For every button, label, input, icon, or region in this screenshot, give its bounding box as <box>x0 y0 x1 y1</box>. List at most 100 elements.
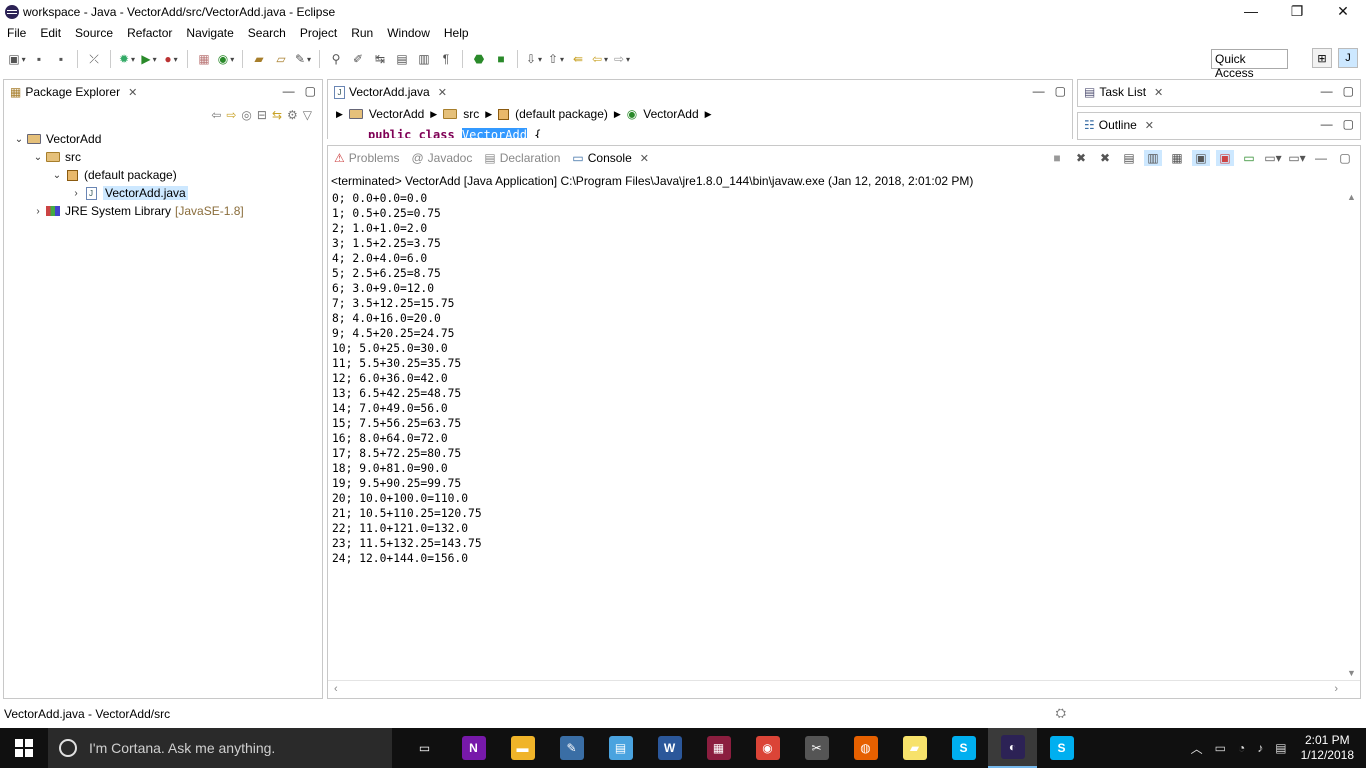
toggle-mark-icon[interactable]: ↹ <box>371 50 389 68</box>
console-output[interactable]: 0; 0.0+0.0=0.0 1; 0.5+0.25=0.75 2; 1.0+1.0… <box>332 191 482 566</box>
new-icon[interactable]: ▣ <box>8 50 26 68</box>
forward-icon[interactable]: ⇨ <box>226 108 236 122</box>
scroll-right-icon[interactable]: › <box>1334 683 1338 695</box>
cortana-search[interactable]: I'm Cortana. Ask me anything. <box>48 728 392 768</box>
pin-icon[interactable]: ⚲ <box>327 50 345 68</box>
forward-icon[interactable]: ⇨ <box>613 50 631 68</box>
chevron-right-icon[interactable]: ▶ <box>430 109 437 120</box>
start-button[interactable] <box>0 728 48 768</box>
minimize-button[interactable]: — <box>1228 0 1274 22</box>
tree-item-vectoradd-java[interactable]: › J VectorAdd.java <box>12 184 244 202</box>
close-icon[interactable]: ✕ <box>1145 119 1154 132</box>
remove-all-icon[interactable]: ✖ <box>1096 150 1114 166</box>
minimize-icon[interactable]: — <box>283 84 295 98</box>
debug-perspective-icon[interactable]: ⬣ <box>470 50 488 68</box>
breadcrumb-item[interactable]: src <box>463 107 479 121</box>
clear-console-icon[interactable]: ▤ <box>1120 150 1138 166</box>
menu-navigate[interactable]: Navigate <box>179 26 240 40</box>
battery-icon[interactable]: ▭ <box>1215 741 1226 755</box>
minimize-icon[interactable]: — <box>1033 84 1045 98</box>
view-menu-icon[interactable]: ▽ <box>303 108 312 122</box>
tab-problems[interactable]: ⚠ Problems <box>328 146 405 170</box>
prev-annotation-icon[interactable]: ⇧ <box>547 50 565 68</box>
minimize-icon[interactable]: — <box>1312 150 1330 166</box>
skip-breakpoints-icon[interactable]: ⤫ <box>85 50 103 68</box>
clock[interactable]: 2:01 PM 1/12/2018 <box>1301 733 1354 763</box>
close-icon[interactable]: ✕ <box>1154 86 1163 99</box>
taskbar-app-firefox[interactable]: ◍ <box>841 728 890 768</box>
maximize-icon[interactable]: ▢ <box>1343 117 1354 131</box>
tab-package-explorer[interactable]: ▦ Package Explorer ✕ <box>4 80 143 104</box>
menu-refactor[interactable]: Refactor <box>120 26 179 40</box>
link-editor-icon[interactable]: ⇆ <box>272 108 282 122</box>
expand-icon[interactable]: ⌄ <box>12 134 26 145</box>
remove-launch-icon[interactable]: ✖ <box>1072 150 1090 166</box>
taskbar-app-eclipse[interactable]: ◐ <box>988 728 1037 768</box>
show-on-error-icon[interactable]: ▣ <box>1216 150 1234 166</box>
open-folder-icon[interactable]: ▱ <box>272 50 290 68</box>
show-on-output-icon[interactable]: ▣ <box>1192 150 1210 166</box>
taskbar-app-snipping[interactable]: ✂ <box>792 728 841 768</box>
wifi-icon[interactable]: ◔ <box>1238 741 1245 755</box>
scroll-left-icon[interactable]: ‹ <box>334 683 338 695</box>
chevron-right-icon[interactable]: ▶ <box>485 109 492 120</box>
new-java-package-icon[interactable]: ▦ <box>195 50 213 68</box>
taskbar-app-chrome[interactable]: ◉ <box>743 728 792 768</box>
scroll-up-icon[interactable]: ▲ <box>1347 192 1356 202</box>
scroll-lock-icon[interactable]: ▥ <box>1144 150 1162 166</box>
paragraph-icon[interactable]: ¶ <box>437 50 455 68</box>
menu-file[interactable]: File <box>0 26 33 40</box>
status-progress-icon[interactable]: ⛭ <box>1056 705 1066 721</box>
restore-button[interactable]: ❐ <box>1274 0 1320 22</box>
taskbar-app-word[interactable]: W <box>645 728 694 768</box>
tab-vectoradd-java[interactable]: J VectorAdd.java ✕ <box>328 80 453 104</box>
coverage-icon[interactable]: ● <box>162 50 180 68</box>
taskbar-app-paint[interactable]: ✎ <box>547 728 596 768</box>
chevron-right-icon[interactable]: ▶ <box>336 109 343 120</box>
chevron-right-icon[interactable]: ▶ <box>614 109 621 120</box>
menu-search[interactable]: Search <box>241 26 293 40</box>
minimize-icon[interactable]: — <box>1321 84 1333 98</box>
menu-project[interactable]: Project <box>293 26 344 40</box>
display-console-icon[interactable]: ▭▾ <box>1264 150 1282 166</box>
search-icon[interactable]: ✎ <box>294 50 312 68</box>
menu-run[interactable]: Run <box>344 26 380 40</box>
last-edit-icon[interactable]: ⇚ <box>569 50 587 68</box>
up-icon[interactable]: ◎ <box>241 108 251 122</box>
pin-console-icon[interactable]: ▭ <box>1240 150 1258 166</box>
pen-icon[interactable]: ✐ <box>349 50 367 68</box>
open-type-icon[interactable]: ▰ <box>250 50 268 68</box>
menu-help[interactable]: Help <box>437 26 476 40</box>
tree-item-default-package[interactable]: ⌄ (default package) <box>12 166 244 184</box>
vertical-scrollbar[interactable]: ▲ ▼ <box>1344 190 1360 680</box>
tab-outline[interactable]: ☷ Outline ✕ <box>1078 113 1160 137</box>
tree-item-jre-library[interactable]: › JRE System Library [JavaSE-1.8] <box>12 202 243 220</box>
quick-access-input[interactable]: Quick Access <box>1211 49 1288 80</box>
menu-edit[interactable]: Edit <box>33 26 68 40</box>
block-select-icon[interactable]: ▤ <box>393 50 411 68</box>
open-perspective-icon[interactable]: ⊞ <box>1312 48 1332 68</box>
save-icon[interactable]: ▪ <box>30 50 48 68</box>
tab-console[interactable]: ▭ Console ✕ <box>566 146 655 170</box>
breadcrumb-item[interactable]: VectorAdd <box>643 107 698 121</box>
close-icon[interactable]: ✕ <box>128 86 137 99</box>
back-icon[interactable]: ⇦ <box>591 50 609 68</box>
debug-icon[interactable]: ✹ <box>118 50 136 68</box>
taskbar-app-winrar[interactable]: ▦ <box>694 728 743 768</box>
expand-icon[interactable]: › <box>69 188 83 199</box>
filter-icon[interactable]: ⚙ <box>287 108 298 122</box>
taskbar-app-task-view[interactable]: ▭ <box>400 728 449 768</box>
run-icon[interactable]: ▶ <box>140 50 158 68</box>
new-class-icon[interactable]: ◉ <box>217 50 235 68</box>
tree-item-vectoradd[interactable]: ⌄ VectorAdd <box>12 130 244 148</box>
close-icon[interactable]: ✕ <box>640 152 649 165</box>
chevron-right-icon[interactable]: ▶ <box>705 109 712 120</box>
taskbar-app-file-explorer[interactable]: ▬ <box>498 728 547 768</box>
notifications-icon[interactable]: ▤ <box>1275 741 1286 755</box>
tab-javadoc[interactable]: @ Javadoc <box>405 146 478 170</box>
scroll-down-icon[interactable]: ▼ <box>1347 668 1356 678</box>
maximize-icon[interactable]: ▢ <box>1055 84 1066 98</box>
tree-item-src[interactable]: ⌄ src <box>12 148 244 166</box>
horizontal-scrollbar[interactable]: ‹ › <box>328 680 1360 698</box>
menu-source[interactable]: Source <box>68 26 120 40</box>
